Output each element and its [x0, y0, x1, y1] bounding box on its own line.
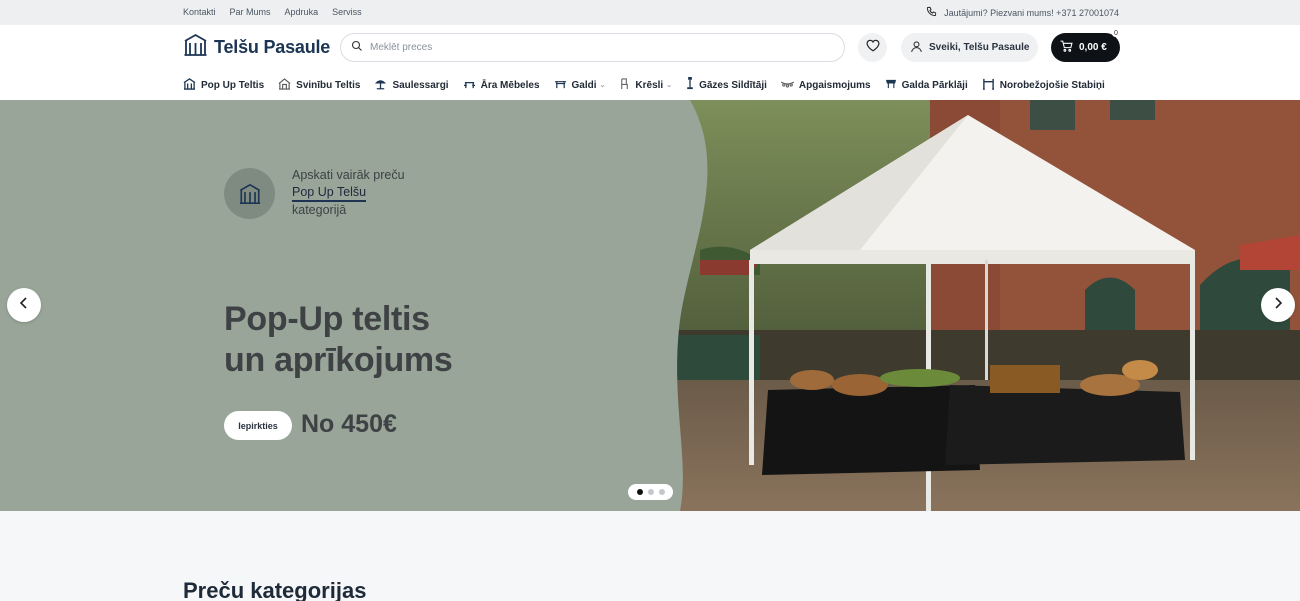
- barrier-post-icon: [982, 78, 995, 93]
- shop-now-button[interactable]: Iepirkties: [224, 411, 292, 440]
- logo-text: Telšu Pasaule: [214, 37, 331, 57]
- nav-label: Galdi: [571, 79, 597, 91]
- promo-category-link[interactable]: Pop Up Telšu: [292, 185, 367, 202]
- user-icon: [910, 40, 923, 56]
- nav-item-apgaismojums[interactable]: Apgaismojums: [780, 77, 871, 93]
- party-tent-icon: [278, 77, 291, 93]
- wishlist-button[interactable]: [858, 33, 887, 62]
- promo-text: Apskati vairāk preču Pop Up Telšu katego…: [292, 167, 405, 219]
- logo[interactable]: Telšu Pasaule: [183, 33, 330, 62]
- promo-tent-icon: [224, 168, 275, 219]
- chevron-down-icon: ⌄: [666, 82, 673, 89]
- page: Kontakti Par Mums Apdruka Serviss Jautāj…: [0, 0, 1300, 601]
- nav-item-galdi[interactable]: Galdi ⌄: [554, 77, 606, 93]
- nav-label: Norobežojošie Stabiņi: [999, 79, 1105, 91]
- nav-item-galda-parklaji[interactable]: Galda Pārklāji: [885, 77, 968, 93]
- main-nav: Pop Up Teltis Svinību Teltis Saulessargi…: [183, 77, 1119, 93]
- top-link-kontakti[interactable]: Kontakti: [183, 7, 216, 17]
- cart-button[interactable]: 0,00 €: [1051, 33, 1120, 62]
- nav-label: Apgaismojums: [798, 79, 871, 91]
- table-icon: [554, 78, 567, 93]
- top-link-serviss[interactable]: Serviss: [332, 7, 362, 17]
- nav-label: Āra Mēbeles: [480, 79, 540, 91]
- promo-line-3: kategorijā: [292, 203, 347, 217]
- hero-title: Pop-Up teltis un aprīkojums: [224, 299, 453, 381]
- nav-label: Pop Up Teltis: [201, 79, 265, 91]
- nav-label: Svinību Teltis: [296, 79, 361, 91]
- nav-item-saulessargi[interactable]: Saulessargi: [374, 77, 449, 93]
- logo-tent-icon: [183, 33, 208, 62]
- nav-label: Krēsli: [635, 79, 664, 91]
- nav-item-gazes-sliditaji[interactable]: Gāzes Sildītāji: [686, 77, 767, 93]
- lighting-icon: [780, 79, 795, 92]
- nav-item-norobezojosie-stabini[interactable]: Norobežojošie Stabiņi: [982, 77, 1105, 93]
- tablecloth-icon: [885, 78, 897, 92]
- top-link-par-mums[interactable]: Par Mums: [230, 7, 271, 17]
- umbrella-icon: [374, 78, 387, 93]
- search-input[interactable]: [370, 42, 810, 53]
- search-bar[interactable]: [340, 33, 845, 62]
- nav-label: Gāzes Sildītāji: [699, 79, 767, 91]
- category-promo: Apskati vairāk preču Pop Up Telšu katego…: [224, 167, 405, 219]
- slide-dot-1[interactable]: [636, 489, 643, 495]
- nav-item-ara-mebeles[interactable]: Āra Mēbeles: [463, 77, 540, 93]
- chair-icon: [619, 77, 630, 93]
- categories-section-title: Preču kategorijas: [183, 578, 367, 601]
- top-link-apdruka[interactable]: Apdruka: [285, 7, 319, 17]
- header: Telšu Pasaule Sveiki, Telšu Pasaule 0,00…: [0, 25, 1300, 100]
- slide-dots: [628, 484, 673, 500]
- heart-icon: [866, 39, 880, 57]
- contact-info[interactable]: Jautājumi? Piezvani mums! +371 27001074: [926, 6, 1119, 19]
- cart-count-badge: 0: [1112, 30, 1120, 37]
- cart-total: 0,00 €: [1079, 42, 1107, 53]
- chevron-left-icon: [19, 296, 29, 314]
- hero-price: No 450€: [301, 410, 397, 438]
- prev-slide-button[interactable]: [7, 288, 41, 322]
- top-bar: Kontakti Par Mums Apdruka Serviss Jautāj…: [0, 0, 1300, 25]
- hero-title-line-2: un aprīkojums: [224, 341, 453, 379]
- slide-dot-2[interactable]: [647, 489, 654, 495]
- slide-dot-3[interactable]: [658, 489, 665, 495]
- next-slide-button[interactable]: [1261, 288, 1295, 322]
- cart-icon: [1060, 40, 1073, 55]
- search-icon: [351, 39, 363, 57]
- top-links: Kontakti Par Mums Apdruka Serviss: [183, 7, 362, 17]
- account-button[interactable]: Sveiki, Telšu Pasaule: [901, 33, 1038, 62]
- nav-item-svinibu-teltis[interactable]: Svinību Teltis: [278, 77, 360, 93]
- chevron-down-icon: ⌄: [599, 82, 606, 89]
- contact-text: Jautājumi? Piezvani mums! +371 27001074: [944, 7, 1119, 18]
- nav-item-kresli[interactable]: Krēsli ⌄: [619, 77, 672, 93]
- hero-slider: Apskati vairāk preču Pop Up Telšu katego…: [0, 100, 1300, 511]
- nav-label: Saulessargi: [392, 79, 449, 91]
- tent-icon: [183, 77, 196, 93]
- promo-line-1: Apskati vairāk preču: [292, 168, 405, 182]
- nav-item-pop-up-teltis[interactable]: Pop Up Teltis: [183, 77, 264, 93]
- phone-icon: [926, 6, 937, 19]
- furniture-icon: [463, 78, 476, 93]
- nav-label: Galda Pārklāji: [901, 79, 968, 91]
- chevron-right-icon: [1273, 296, 1283, 314]
- heater-icon: [686, 77, 694, 93]
- hero-title-line-1: Pop-Up teltis: [224, 300, 430, 338]
- account-label: Sveiki, Telšu Pasaule: [929, 42, 1030, 53]
